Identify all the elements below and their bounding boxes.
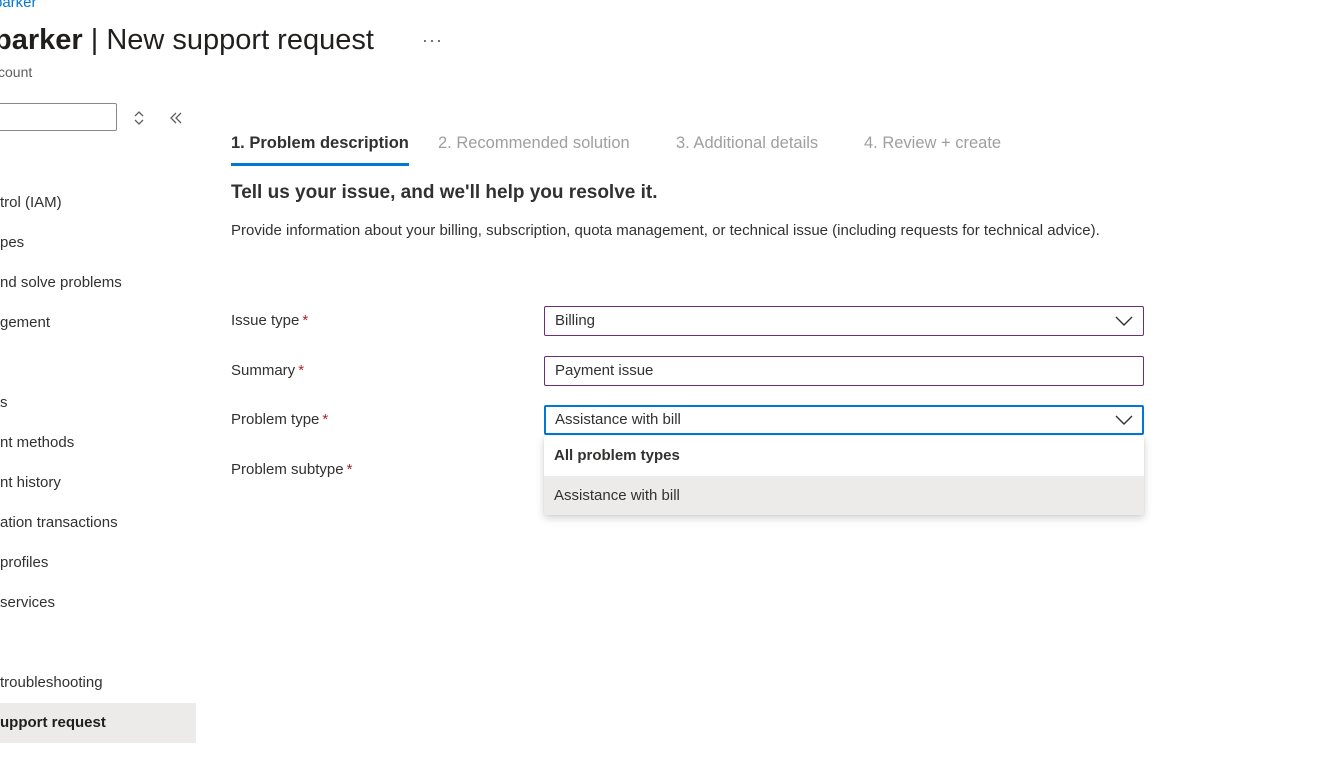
problem-type-label-text: Problem type — [231, 411, 320, 428]
page-title: parker | New support request — [0, 24, 374, 57]
page-title-text: New support request — [106, 24, 374, 56]
sidebar-item-payment-methods[interactable]: nt methods — [0, 423, 196, 463]
required-marker: * — [298, 362, 305, 379]
issue-type-value: Billing — [555, 312, 596, 329]
sidebar-item-payment-history[interactable]: nt history — [0, 463, 196, 503]
problem-type-label: Problem type * — [231, 411, 328, 428]
summary-label: Summary * — [231, 362, 304, 379]
sidebar-item-access-control[interactable]: trol (IAM) — [0, 183, 196, 223]
sidebar-item-types[interactable]: pes — [0, 223, 196, 263]
sidebar-search-input[interactable] — [0, 103, 117, 131]
sidebar-item-troubleshooting[interactable]: troubleshooting — [0, 663, 196, 703]
summary-label-text: Summary — [231, 362, 296, 379]
more-options-icon[interactable]: ··· — [422, 30, 443, 51]
listbox-group-header: All problem types — [554, 447, 680, 464]
problem-type-listbox: All problem types Assistance with bill — [544, 436, 1144, 515]
tab-problem-description[interactable]: 1. Problem description — [231, 130, 409, 166]
issue-type-dropdown[interactable]: Billing — [544, 306, 1144, 336]
issue-type-label: Issue type * — [231, 312, 308, 329]
chevron-down-icon — [1115, 415, 1133, 425]
summary-value: Payment issue — [555, 362, 654, 379]
sidebar-item-diagnose[interactable]: nd solve problems — [0, 263, 196, 303]
required-marker: * — [322, 411, 329, 428]
page-subtitle: count — [0, 64, 33, 80]
sidebar-item-profiles[interactable]: profiles — [0, 543, 196, 583]
title-separator: | — [82, 24, 107, 56]
sidebar-item-management[interactable]: gement — [0, 303, 196, 343]
problem-subtype-label: Problem subtype * — [231, 461, 352, 478]
double-chevron-left-icon[interactable] — [167, 108, 185, 128]
tab-recommended-solution[interactable]: 2. Recommended solution — [438, 130, 630, 163]
sidebar-item-services[interactable]: services — [0, 583, 196, 623]
required-marker: * — [302, 312, 309, 329]
problem-subtype-label-text: Problem subtype — [231, 461, 344, 478]
sidebar-item-support-request[interactable]: upport request — [0, 703, 196, 743]
breadcrumb-link[interactable]: parker — [0, 0, 37, 11]
problem-type-value: Assistance with bill — [555, 411, 681, 428]
summary-input[interactable]: Payment issue — [544, 356, 1144, 386]
sidebar-item-transactions[interactable]: ation transactions — [0, 503, 196, 543]
listbox-option[interactable]: Assistance with bill — [544, 476, 1144, 515]
section-description: Provide information about your billing, … — [231, 222, 1100, 239]
section-title: Tell us your issue, and we'll help you r… — [231, 182, 658, 203]
issue-type-label-text: Issue type — [231, 312, 300, 329]
resource-name: parker — [0, 24, 83, 56]
support-request-page: parker parker | New support request ··· … — [0, 0, 1332, 775]
sidebar-item-s[interactable]: s — [0, 383, 196, 423]
tab-additional-details[interactable]: 3. Additional details — [676, 130, 818, 163]
problem-type-dropdown[interactable]: Assistance with bill — [544, 405, 1144, 435]
required-marker: * — [346, 461, 353, 478]
chevron-down-icon — [1115, 316, 1133, 326]
tab-review-create[interactable]: 4. Review + create — [864, 130, 1001, 163]
sort-updown-icon[interactable] — [131, 108, 147, 128]
